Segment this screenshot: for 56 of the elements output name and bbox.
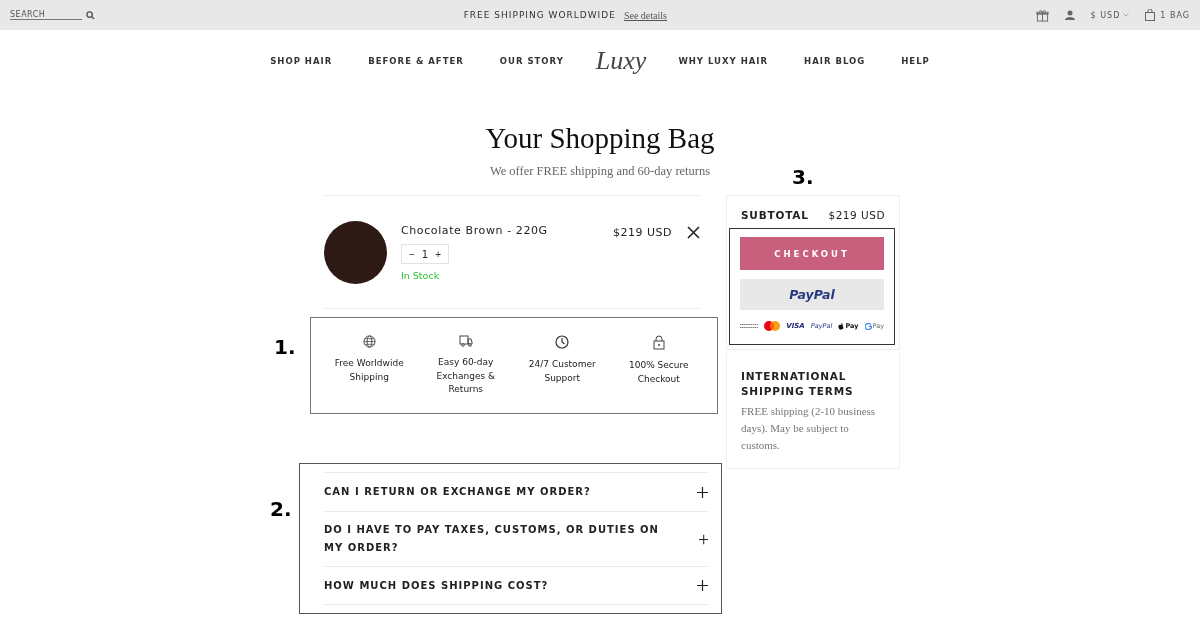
search-icon — [86, 10, 95, 20]
annotation-number: 3. — [792, 165, 814, 189]
google-icon — [864, 322, 872, 330]
card-logo-icon — [740, 323, 758, 329]
annotation-number: 2. — [270, 497, 292, 521]
truck-icon — [458, 335, 473, 347]
search-field[interactable]: SEARCH — [10, 10, 82, 20]
subtotal-label: SUBTOTAL — [741, 209, 809, 221]
stock-status: In Stock — [401, 270, 441, 281]
faq-question: HOW MUCH DOES SHIPPING COST? — [324, 578, 549, 593]
feature-label: Easy 60-day Exchanges & Returns — [435, 356, 496, 396]
user-icon[interactable] — [1064, 10, 1075, 20]
product-name: Chocolate Brown - 220G — [401, 224, 549, 237]
feature-label: Free Worldwide Shipping — [333, 357, 405, 384]
chevron-down-icon — [1123, 13, 1130, 17]
nav-link[interactable]: HELP — [901, 56, 930, 66]
item-price: $219 USD — [613, 226, 672, 239]
subtotal-value: $219 USD — [828, 209, 885, 221]
plus-icon — [697, 580, 708, 591]
nav-link[interactable]: WHY LUXY HAIR — [678, 56, 769, 66]
currency-selector[interactable]: $ USD — [1090, 10, 1130, 20]
close-icon[interactable] — [687, 226, 700, 239]
quantity-value: 1 — [420, 248, 430, 260]
feature-label: 24/7 Customer Support — [527, 358, 597, 385]
nav-link[interactable]: SHOP HAIR — [270, 56, 333, 66]
bag-link[interactable]: 1 BAG — [1160, 10, 1190, 20]
nav-link[interactable]: BEFORE & AFTER — [368, 56, 464, 66]
faq-question: DO I HAVE TO PAY TAXES, CUSTOMS, OR DUTIES ON MY ORDER? — [324, 523, 660, 555]
faq-item[interactable]: CAN I RETURN OR EXCHANGE MY ORDER? — [324, 472, 708, 511]
promo-text: FREE SHIPPING WORLDWIDE — [463, 10, 616, 20]
faq-item[interactable]: HOW MUCH DOES SHIPPING COST? — [324, 566, 708, 605]
gift-icon[interactable] — [1035, 8, 1049, 22]
faq-question: CAN I RETURN OR EXCHANGE MY ORDER? — [324, 485, 591, 499]
plus-icon — [697, 486, 708, 498]
terms-text: FREE shipping (2-10 business days). May be subject to customs. — [741, 404, 877, 453]
logo[interactable]: Luxy — [595, 46, 647, 76]
mastercard-icon — [764, 321, 781, 331]
feature-label: 100% Secure Checkout — [627, 359, 690, 386]
faq-item[interactable]: DO I HAVE TO PAY TAXES, CUSTOMS, OR DUTIES ON MY ORDER? — [324, 511, 708, 566]
decrease-button[interactable]: − — [405, 248, 419, 260]
terms-title: INTERNATIONAL SHIPPING TERMS — [741, 369, 855, 399]
see-details-link[interactable]: See details — [623, 9, 667, 21]
clock-icon — [555, 335, 570, 349]
annotation-number: 1. — [274, 335, 296, 359]
bag-icon[interactable] — [1145, 9, 1156, 21]
increase-button[interactable]: + — [431, 248, 446, 260]
apple-icon — [838, 322, 845, 330]
nav-link[interactable]: HAIR BLOG — [804, 56, 866, 66]
checkout-button[interactable]: CHECKOUT — [740, 237, 884, 270]
plus-icon — [698, 533, 708, 545]
page-subtitle: We offer FREE shipping and 60-day returns — [489, 164, 711, 179]
lock-icon — [652, 335, 665, 350]
paypal-button[interactable]: PayPal — [740, 279, 884, 310]
globe-icon — [362, 335, 376, 348]
nav-link[interactable]: OUR STORY — [499, 56, 564, 66]
page-title: Your Shopping Bag — [484, 121, 716, 156]
